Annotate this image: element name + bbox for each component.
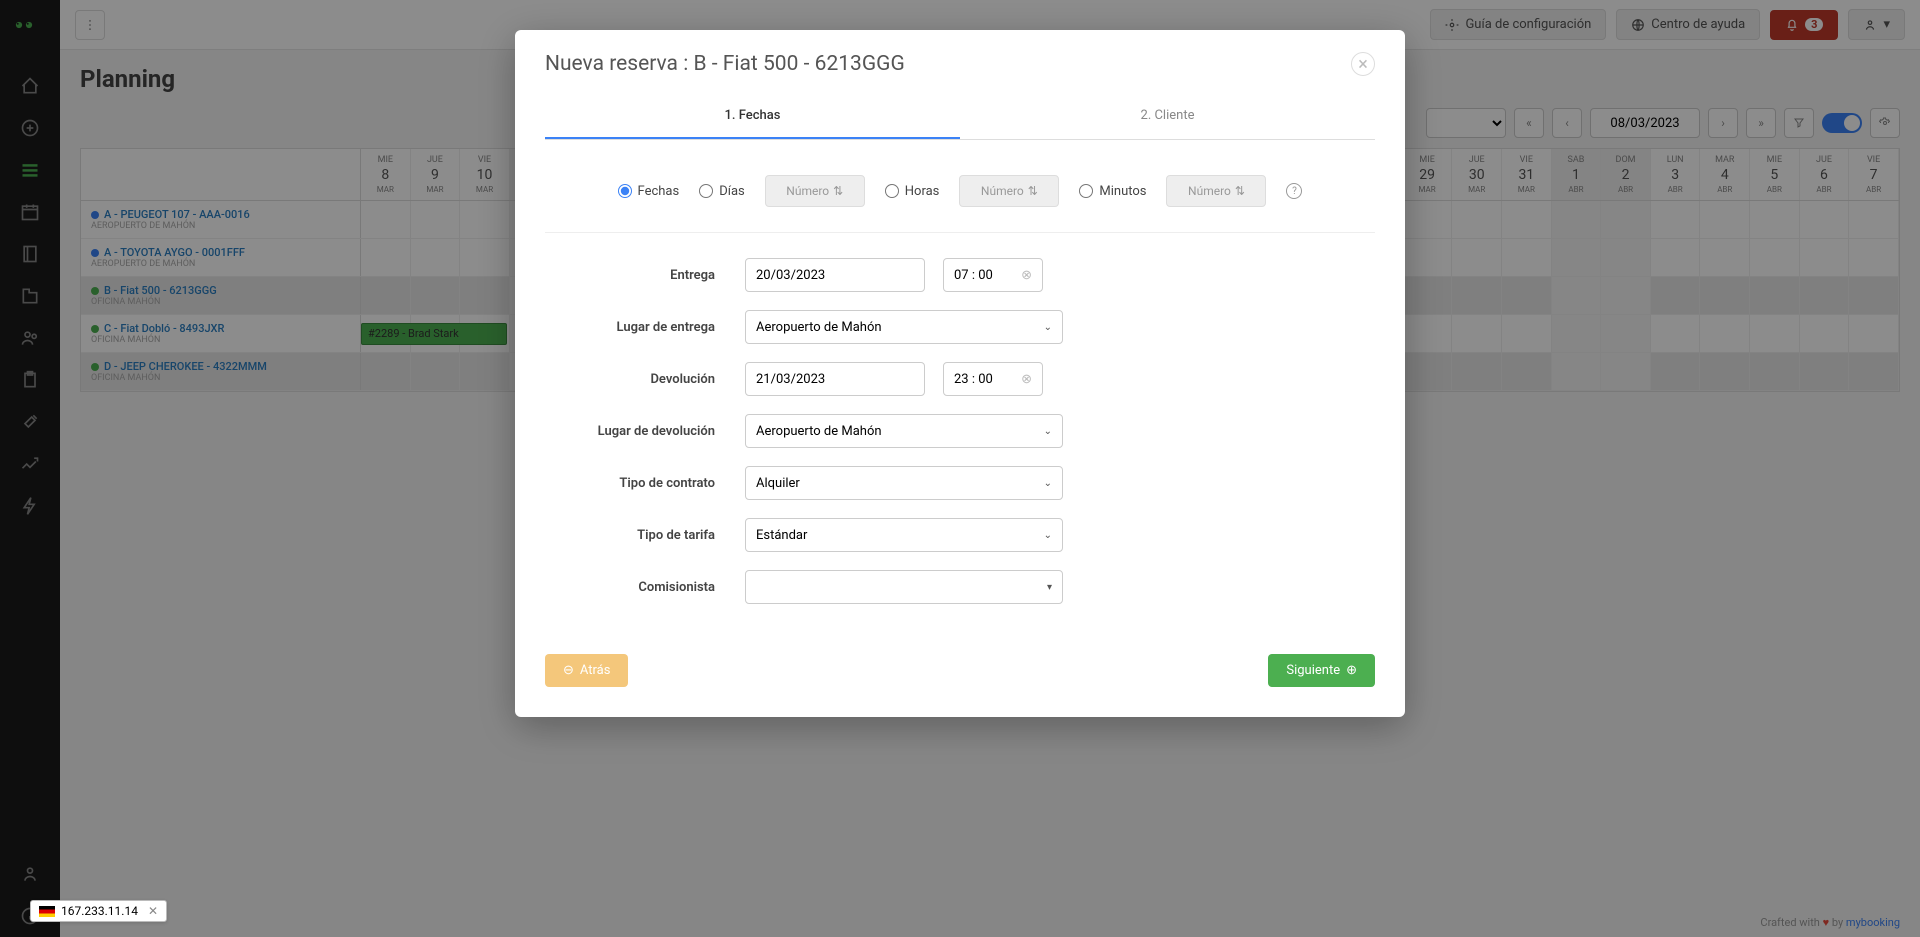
mode-fechas[interactable]: Fechas	[618, 184, 680, 199]
stepper-icon: ⇅	[833, 184, 843, 198]
stepper-icon: ⇅	[1028, 184, 1038, 198]
help-icon[interactable]: ?	[1286, 183, 1302, 199]
duration-mode-row: Fechas Días Número⇅ Horas Número⇅ Minuto…	[545, 165, 1375, 233]
ip-indicator: 167.233.11.14 ✕	[30, 900, 167, 922]
flag-de-icon	[39, 906, 55, 917]
clear-icon[interactable]: ⊗	[1021, 372, 1032, 387]
devolucion-date-input[interactable]	[745, 362, 925, 396]
entrega-time-input[interactable]: 07 : 00⊗	[943, 258, 1043, 292]
arrow-left-icon: ⊖	[563, 663, 574, 678]
chevron-down-icon: ▾	[1047, 582, 1052, 593]
chevron-down-icon: ⌄	[1044, 322, 1052, 333]
modal-title: Nueva reserva : B - Fiat 500 - 6213GGG	[545, 52, 905, 76]
clear-icon[interactable]: ⊗	[1021, 268, 1032, 283]
tab-cliente[interactable]: 2. Cliente	[960, 94, 1375, 139]
mode-horas[interactable]: Horas	[885, 184, 940, 199]
modal-tabs: 1. Fechas 2. Cliente	[545, 94, 1375, 140]
label-comisionista: Comisionista	[545, 580, 745, 595]
entrega-date-input[interactable]	[745, 258, 925, 292]
ip-address: 167.233.11.14	[61, 904, 138, 918]
stepper-icon: ⇅	[1235, 184, 1245, 198]
modal-close-button[interactable]: ×	[1351, 52, 1375, 76]
modal-footer: ⊖Atrás Siguiente⊕	[545, 654, 1375, 687]
tab-fechas[interactable]: 1. Fechas	[545, 94, 960, 139]
chevron-down-icon: ⌄	[1044, 478, 1052, 489]
chevron-down-icon: ⌄	[1044, 426, 1052, 437]
arrow-right-icon: ⊕	[1346, 663, 1357, 678]
new-booking-modal: Nueva reserva : B - Fiat 500 - 6213GGG ×…	[515, 30, 1405, 717]
lugar-devolucion-select[interactable]: Aeropuerto de Mahón⌄	[745, 414, 1063, 448]
minutos-number-input[interactable]: Número⇅	[1166, 175, 1266, 207]
back-button[interactable]: ⊖Atrás	[545, 654, 628, 687]
label-lugar-entrega: Lugar de entrega	[545, 320, 745, 335]
ip-close-button[interactable]: ✕	[148, 904, 158, 918]
devolucion-time-input[interactable]: 23 : 00⊗	[943, 362, 1043, 396]
chevron-down-icon: ⌄	[1044, 530, 1052, 541]
mode-minutos[interactable]: Minutos	[1079, 184, 1146, 199]
comisionista-select[interactable]: ▾	[745, 570, 1063, 604]
label-devolucion: Devolución	[545, 372, 745, 387]
label-lugar-devolucion: Lugar de devolución	[545, 424, 745, 439]
mode-dias[interactable]: Días	[699, 184, 745, 199]
label-entrega: Entrega	[545, 268, 745, 283]
next-button[interactable]: Siguiente⊕	[1268, 654, 1375, 687]
label-tipo-tarifa: Tipo de tarifa	[545, 528, 745, 543]
horas-number-input[interactable]: Número⇅	[959, 175, 1059, 207]
tipo-contrato-select[interactable]: Alquiler⌄	[745, 466, 1063, 500]
tipo-tarifa-select[interactable]: Estándar⌄	[745, 518, 1063, 552]
modal-header: Nueva reserva : B - Fiat 500 - 6213GGG ×	[515, 30, 1405, 94]
label-tipo-contrato: Tipo de contrato	[545, 476, 745, 491]
dias-number-input[interactable]: Número⇅	[765, 175, 865, 207]
lugar-entrega-select[interactable]: Aeropuerto de Mahón⌄	[745, 310, 1063, 344]
